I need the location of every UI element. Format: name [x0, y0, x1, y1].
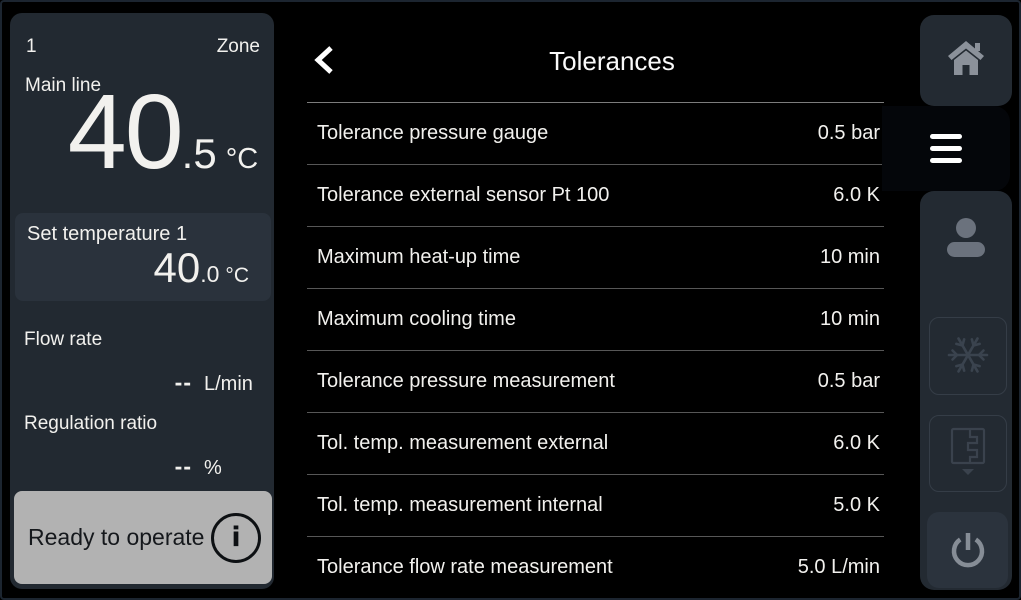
table-row[interactable]: Tolerance flow rate measurement 5.0 L/mi… [307, 537, 884, 599]
flow-rate-value: -- [10, 369, 192, 396]
row-value: 0.5 bar [818, 122, 880, 145]
sidebar-item-menu-active[interactable] [882, 106, 1010, 191]
table-row[interactable]: Maximum cooling time 10 min [307, 289, 884, 351]
regulation-ratio-row: -- % [10, 453, 274, 480]
regulation-ratio-unit: % [204, 457, 222, 480]
set-temperature-label: Set temperature 1 [27, 223, 187, 246]
mold-drain-icon [947, 426, 989, 481]
power-icon [945, 526, 991, 575]
flow-rate-row: -- L/min [10, 369, 274, 396]
snowflake-icon [945, 332, 991, 381]
row-label: Tolerance external sensor Pt 100 [317, 184, 833, 207]
row-value: 0.5 bar [818, 370, 880, 393]
row-label: Maximum cooling time [317, 308, 820, 331]
mold-drain-button[interactable] [929, 415, 1007, 492]
regulation-ratio-value: -- [10, 453, 192, 480]
row-value: 6.0 K [833, 184, 880, 207]
tolerance-list: Tolerance pressure gauge 0.5 bar Toleran… [307, 102, 884, 599]
row-label: Tolerance pressure gauge [317, 122, 818, 145]
row-value: 5.0 L/min [798, 556, 880, 579]
main-temp-decimal: .5 [182, 133, 217, 175]
table-row[interactable]: Tolerance pressure measurement 0.5 bar [307, 351, 884, 413]
row-label: Maximum heat-up time [317, 246, 820, 269]
row-label: Tolerance flow rate measurement [317, 556, 798, 579]
zone-header: 1 Zone [26, 35, 260, 59]
sidebar-item-user[interactable] [946, 217, 986, 261]
sidebar-lower-panel [920, 191, 1012, 590]
row-value: 10 min [820, 308, 880, 331]
user-icon [946, 248, 986, 265]
set-temperature-card[interactable]: Set temperature 1 40 .0 °C [15, 213, 271, 301]
flow-rate-unit: L/min [204, 373, 253, 396]
menu-icon [930, 134, 962, 163]
regulation-ratio-label: Regulation ratio [24, 413, 157, 435]
flow-rate-label: Flow rate [24, 329, 102, 351]
main-temp-integer: 40 [68, 79, 182, 185]
row-value: 10 min [820, 246, 880, 269]
status-badge[interactable]: Ready to operate i [14, 491, 272, 584]
home-icon [947, 40, 985, 81]
set-temp-unit: °C [225, 265, 249, 286]
table-row[interactable]: Tol. temp. measurement internal 5.0 K [307, 475, 884, 537]
set-temperature-value: 40 .0 °C [154, 247, 249, 289]
power-button[interactable] [927, 512, 1008, 588]
row-value: 5.0 K [833, 494, 880, 517]
row-label: Tol. temp. measurement internal [317, 494, 833, 517]
table-row[interactable]: Maximum heat-up time 10 min [307, 227, 884, 289]
status-label: Ready to operate [28, 524, 211, 551]
row-label: Tolerance pressure measurement [317, 370, 818, 393]
table-row[interactable]: Tol. temp. measurement external 6.0 K [307, 413, 884, 475]
sidebar-item-home[interactable] [920, 15, 1012, 106]
table-row[interactable]: Tolerance pressure gauge 0.5 bar [307, 103, 884, 165]
hmi-screen: 1 Zone Main line 40 .5 °C Set temperatur… [0, 0, 1021, 600]
zone-number: 1 [26, 35, 37, 59]
cooling-button[interactable] [929, 317, 1007, 395]
page-title: Tolerances [307, 46, 917, 77]
row-value: 6.0 K [833, 432, 880, 455]
table-row[interactable]: Tolerance external sensor Pt 100 6.0 K [307, 165, 884, 227]
row-label: Tol. temp. measurement external [317, 432, 833, 455]
main-temp-unit: °C [226, 145, 259, 174]
set-temp-integer: 40 [154, 247, 201, 289]
zone-label: Zone [217, 35, 260, 59]
main-temperature-value: 40 .5 °C [10, 79, 274, 185]
set-temp-decimal: .0 [200, 263, 219, 286]
zone-panel: 1 Zone Main line 40 .5 °C Set temperatur… [10, 13, 274, 589]
info-icon[interactable]: i [211, 513, 261, 563]
